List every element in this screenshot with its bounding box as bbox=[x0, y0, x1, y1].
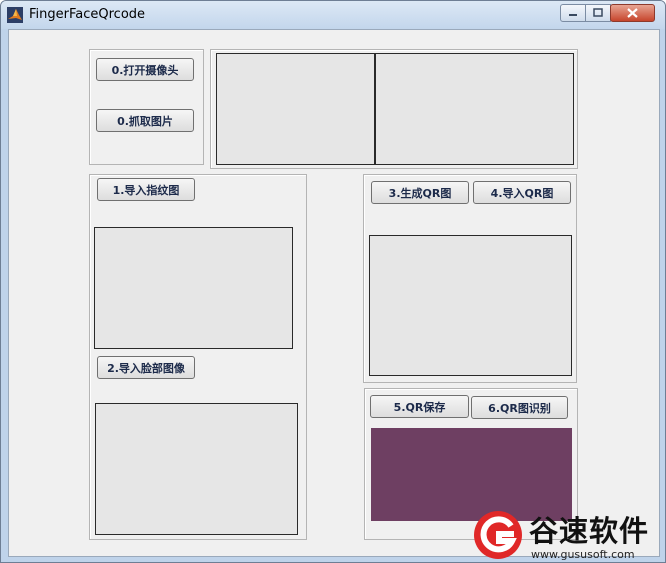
camera-preview-axes-right bbox=[375, 53, 574, 165]
camera-preview-axes-left bbox=[216, 53, 375, 165]
figure-area: 0.打开摄像头 0.抓取图片 1.导入指纹图 2.导入脸部图像 3.生成QR图 … bbox=[8, 29, 660, 557]
window-title: FingerFaceQrcode bbox=[29, 7, 146, 22]
fingerprint-image-axes bbox=[94, 227, 293, 349]
import-qr-button[interactable]: 4.导入QR图 bbox=[473, 181, 571, 204]
qr-code-axes bbox=[369, 235, 572, 376]
matlab-icon bbox=[7, 7, 23, 23]
watermark-url: www.gususoft.com bbox=[531, 548, 635, 561]
save-qr-button[interactable]: 5.QR保存 bbox=[370, 395, 469, 418]
close-button[interactable] bbox=[610, 4, 655, 22]
watermark: 谷速软件 www.gususoft.com bbox=[463, 506, 666, 563]
maximize-button[interactable] bbox=[585, 4, 611, 22]
open-camera-button[interactable]: 0.打开摄像头 bbox=[96, 58, 194, 81]
face-image-axes bbox=[95, 403, 298, 535]
capture-image-button[interactable]: 0.抓取图片 bbox=[96, 109, 194, 132]
title-bar[interactable]: FingerFaceQrcode bbox=[1, 1, 665, 29]
gususoft-logo bbox=[474, 511, 522, 559]
import-fingerprint-button[interactable]: 1.导入指纹图 bbox=[97, 178, 195, 201]
import-face-button[interactable]: 2.导入脸部图像 bbox=[97, 356, 195, 379]
close-icon bbox=[627, 8, 638, 18]
generate-qr-button[interactable]: 3.生成QR图 bbox=[371, 181, 469, 204]
app-window: FingerFaceQrcode 0.打开摄像头 0.抓取图片 1.导入指纹图 … bbox=[0, 0, 666, 563]
watermark-title: 谷速软件 bbox=[529, 514, 650, 548]
maximize-icon bbox=[593, 8, 603, 17]
minimize-icon bbox=[569, 14, 577, 16]
minimize-button[interactable] bbox=[560, 4, 586, 22]
recognize-qr-button[interactable]: 6.QR图识别 bbox=[471, 396, 568, 419]
